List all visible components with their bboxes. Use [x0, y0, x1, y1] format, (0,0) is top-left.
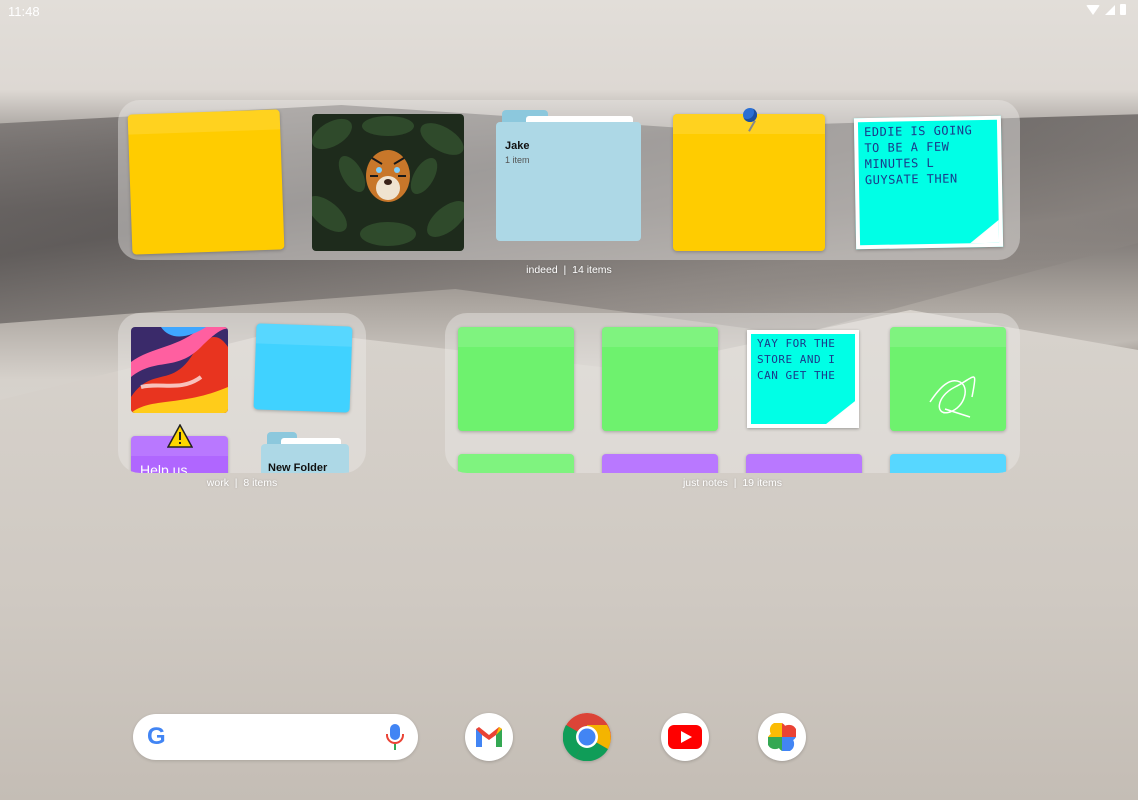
tiger-image-tile[interactable]	[312, 114, 464, 251]
folder-jake[interactable]: Jake 1 item	[496, 110, 641, 241]
sticky-note-blue[interactable]	[253, 323, 353, 413]
sticky-note-cyan-handwritten[interactable]: YAY FOR THE STORE AND I CAN GET THE	[747, 330, 859, 428]
sticky-note-blue[interactable]	[890, 454, 1006, 473]
page-curl	[965, 217, 1004, 248]
battery-icon	[1120, 4, 1126, 15]
wifi-icon	[1086, 4, 1100, 15]
chrome-icon	[563, 713, 611, 761]
handwritten-note-text: YAY FOR THE STORE AND I CAN GET THE	[757, 337, 836, 382]
panel-label-indeed: indeed | 14 items	[526, 264, 612, 276]
paint-image-tile[interactable]	[131, 327, 228, 413]
sticky-note-cyan-handwritten[interactable]: EDDIE IS GOING TO BE A FEW MINUTES L GUY…	[853, 115, 1004, 250]
folder-name: Jake	[505, 140, 530, 152]
scribble-drawing	[929, 376, 976, 418]
status-icons	[1086, 4, 1126, 15]
widget-panel-work[interactable]: Help us New Folder	[118, 313, 366, 473]
sticky-note-green[interactable]	[602, 327, 718, 431]
google-logo-icon: G	[147, 723, 166, 750]
folder-name: New Folder	[268, 462, 328, 473]
panel-name: indeed	[526, 264, 558, 276]
panel-count: 14 items	[572, 264, 612, 276]
google-search-bar[interactable]: G	[133, 714, 418, 760]
panel-count: 8 items	[243, 477, 278, 489]
widget-panel-indeed[interactable]: Jake 1 item EDDIE IS GOING TO BE A FEW M…	[118, 100, 1020, 260]
status-time: 11:48	[8, 4, 40, 19]
sticky-note-purple[interactable]	[746, 454, 862, 473]
sticky-note-purple-warning[interactable]: Help us	[131, 424, 228, 473]
page-curl	[821, 398, 855, 424]
push-pin-icon	[743, 108, 757, 122]
photos-app-icon[interactable]	[758, 713, 806, 761]
panel-count: 19 items	[742, 477, 783, 489]
sticky-note-green[interactable]	[458, 327, 574, 431]
sticky-note-green[interactable]	[458, 454, 574, 473]
gmail-app-icon[interactable]	[465, 713, 513, 761]
folder-item-count: 1 item	[505, 155, 530, 165]
sticky-note-purple[interactable]	[602, 454, 718, 473]
folder-new-folder[interactable]: New Folder	[261, 432, 349, 473]
signal-icon	[1105, 4, 1115, 15]
tiger-image	[312, 114, 464, 251]
sticky-note-yellow-pinned[interactable]	[673, 108, 825, 251]
panel-name: work	[206, 477, 229, 489]
youtube-app-icon[interactable]	[661, 713, 709, 761]
youtube-icon	[668, 725, 702, 749]
abstract-paint-image	[131, 327, 228, 413]
panel-label-just-notes: just notes | 19 items	[682, 477, 783, 489]
warning-icon	[167, 424, 193, 448]
gmail-icon	[476, 727, 502, 747]
sticky-note-green-drawing[interactable]	[890, 327, 1006, 431]
photos-pinwheel-icon	[768, 723, 796, 751]
sticky-note-yellow[interactable]	[127, 109, 285, 255]
panel-label-work: work | 8 items	[206, 477, 278, 489]
widget-panel-just-notes[interactable]: YAY FOR THE STORE AND I CAN GET THE	[445, 313, 1020, 473]
chrome-app-icon[interactable]	[563, 713, 611, 761]
status-bar: 11:48	[0, 0, 1138, 24]
handwritten-note-text: EDDIE IS GOING TO BE A FEW MINUTES L GUY…	[863, 123, 973, 188]
warning-note-text: Help us	[140, 462, 188, 473]
panel-name: just notes	[682, 477, 728, 489]
